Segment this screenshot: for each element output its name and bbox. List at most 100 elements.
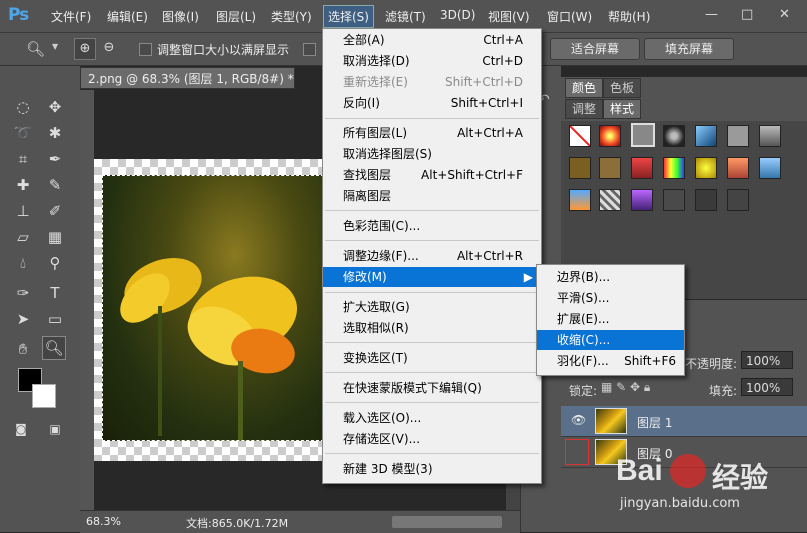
menu-item-select-all[interactable]: 全部(A) Ctrl+A: [323, 30, 541, 50]
menu-item-similar[interactable]: 选取相似(R): [323, 318, 541, 338]
path-selection-icon[interactable]: ➤: [12, 308, 34, 330]
menu-item-isolate-layers[interactable]: 隔离图层: [323, 186, 541, 206]
document-tab[interactable]: 2.png @ 68.3% (图层 1, RGB/8#) *: [80, 67, 295, 89]
menu-item-find-layers[interactable]: 查找图层 Alt+Shift+Ctrl+F: [323, 165, 541, 185]
zoom-all-windows-checkbox[interactable]: [303, 43, 316, 56]
gradient-tool-icon[interactable]: ▦: [44, 226, 66, 248]
eye-icon[interactable]: 👁︎: [571, 413, 586, 427]
style-swatch[interactable]: [599, 189, 621, 211]
hand-tool-icon[interactable]: ✋︎: [12, 338, 34, 360]
background-color-swatch[interactable]: [32, 384, 56, 408]
style-swatch[interactable]: [695, 125, 717, 147]
menu-view[interactable]: 视图(V): [488, 8, 530, 25]
marquee-tool-icon[interactable]: ◌: [12, 96, 34, 118]
menu-item-refine-edge[interactable]: 调整边缘(F)... Alt+Ctrl+R: [323, 246, 541, 266]
style-swatch[interactable]: [631, 189, 653, 211]
style-swatch[interactable]: [727, 189, 749, 211]
type-tool-icon[interactable]: T: [44, 282, 66, 304]
menu-item-load-selection[interactable]: 载入选区(O)...: [323, 408, 541, 428]
menu-item-contract[interactable]: 收缩(C)...: [537, 330, 684, 350]
menu-item-transform-selection[interactable]: 变换选区(T): [323, 348, 541, 368]
style-swatch[interactable]: [759, 125, 781, 147]
menu-edit[interactable]: 编辑(E): [107, 8, 148, 25]
style-swatch[interactable]: [599, 157, 621, 179]
menu-item-border[interactable]: 边界(B)...: [537, 267, 684, 287]
style-swatch[interactable]: [727, 157, 749, 179]
menu-layer[interactable]: 图层(L): [216, 8, 256, 25]
eyedropper-icon[interactable]: ✒: [44, 148, 66, 170]
pen-tool-icon[interactable]: ✑: [12, 282, 34, 304]
history-brush-icon[interactable]: ✐: [44, 200, 66, 222]
maximize-icon[interactable]: □: [741, 7, 753, 22]
menu-item-new-3d-model[interactable]: 新建 3D 模型(3): [323, 459, 541, 479]
style-swatch[interactable]: [695, 189, 717, 211]
lock-icon[interactable]: ▦ ✎ ✥ 🔒︎: [601, 380, 650, 395]
style-swatch[interactable]: [663, 189, 685, 211]
lasso-tool-icon[interactable]: ➰: [12, 122, 34, 144]
brush-tool-icon[interactable]: ✎: [44, 174, 66, 196]
fit-screen-button[interactable]: 适合屏幕: [550, 38, 640, 60]
layer-row[interactable]: 👁︎ 图层 1: [561, 406, 807, 437]
minimize-icon[interactable]: —: [705, 7, 718, 22]
fill-input[interactable]: 100%: [741, 378, 793, 396]
menu-help[interactable]: 帮助(H): [608, 8, 650, 25]
zoom-in-icon[interactable]: ⊕: [74, 38, 96, 60]
shape-tool-icon[interactable]: ▭: [44, 308, 66, 330]
quick-mask-icon[interactable]: ◙: [10, 418, 32, 440]
menu-file[interactable]: 文件(F): [51, 8, 91, 25]
clone-stamp-icon[interactable]: ⊥: [12, 200, 34, 222]
style-swatch[interactable]: [599, 125, 621, 147]
menu-item-modify[interactable]: 修改(M) ▶: [323, 267, 541, 287]
zoom-level[interactable]: 68.3%: [86, 515, 121, 528]
zoom-out-icon[interactable]: ⊖: [99, 38, 119, 58]
visibility-toggle[interactable]: [565, 439, 589, 465]
menu-item-smooth[interactable]: 平滑(S)...: [537, 288, 684, 308]
style-swatch[interactable]: [631, 157, 653, 179]
menu-item-all-layers[interactable]: 所有图层(L) Alt+Ctrl+A: [323, 123, 541, 143]
style-swatch[interactable]: [727, 125, 749, 147]
menu-item-deselect[interactable]: 取消选择(D) Ctrl+D: [323, 51, 541, 71]
dodge-tool-icon[interactable]: ⚲: [44, 252, 66, 274]
crop-tool-icon[interactable]: ⌗: [12, 148, 34, 170]
move-tool-icon[interactable]: ✥: [44, 96, 66, 118]
menu-item-grow[interactable]: 扩大选取(G): [323, 297, 541, 317]
style-swatch[interactable]: [569, 157, 591, 179]
menu-image[interactable]: 图像(I): [162, 8, 199, 25]
blur-tool-icon[interactable]: 💧︎: [12, 252, 34, 274]
menu-item-feather[interactable]: 羽化(F)... Shift+F6: [537, 351, 684, 371]
tab-styles[interactable]: 样式: [603, 99, 642, 119]
fill-screen-button[interactable]: 填充屏幕: [644, 38, 734, 60]
eraser-tool-icon[interactable]: ▱: [12, 226, 34, 248]
menu-select[interactable]: 选择(S): [323, 5, 374, 28]
zoom-tool-icon[interactable]: 🔍︎: [42, 336, 66, 360]
menu-item-color-range[interactable]: 色彩范围(C)...: [323, 216, 541, 236]
menu-filter[interactable]: 滤镜(T): [385, 8, 426, 25]
style-swatch[interactable]: [569, 189, 591, 211]
magic-wand-icon[interactable]: ✱: [44, 122, 66, 144]
menu-window[interactable]: 窗口(W): [547, 8, 592, 25]
menu-3d[interactable]: 3D(D): [440, 8, 475, 22]
style-swatch[interactable]: [631, 123, 655, 147]
tab-color[interactable]: 颜色: [565, 78, 604, 98]
style-swatch[interactable]: [663, 157, 685, 179]
tab-adjustments[interactable]: 调整: [565, 99, 604, 119]
zoom-tool-icon[interactable]: 🔍︎: [26, 40, 45, 58]
menu-item-save-selection[interactable]: 存储选区(V)...: [323, 429, 541, 449]
opacity-input[interactable]: 100%: [741, 351, 793, 369]
healing-brush-icon[interactable]: ✚: [12, 174, 34, 196]
chevron-down-icon[interactable]: ▼: [52, 42, 58, 51]
style-swatch[interactable]: [663, 125, 685, 147]
resize-windows-checkbox[interactable]: [139, 43, 152, 56]
menu-item-expand[interactable]: 扩展(E)...: [537, 309, 684, 329]
style-swatch[interactable]: [695, 157, 717, 179]
style-none-swatch[interactable]: [569, 125, 591, 147]
horizontal-scrollbar[interactable]: [392, 516, 502, 528]
style-swatch[interactable]: [759, 157, 781, 179]
menu-type[interactable]: 类型(Y): [271, 8, 312, 25]
screen-mode-icon[interactable]: ▣: [44, 418, 66, 440]
tab-swatches[interactable]: 色板: [603, 78, 642, 98]
canvas-image[interactable]: [102, 175, 324, 441]
close-icon[interactable]: ✕: [779, 7, 790, 22]
menu-item-inverse[interactable]: 反向(I) Shift+Ctrl+I: [323, 93, 541, 113]
menu-item-quick-mask[interactable]: 在快速蒙版模式下编辑(Q): [323, 378, 541, 398]
